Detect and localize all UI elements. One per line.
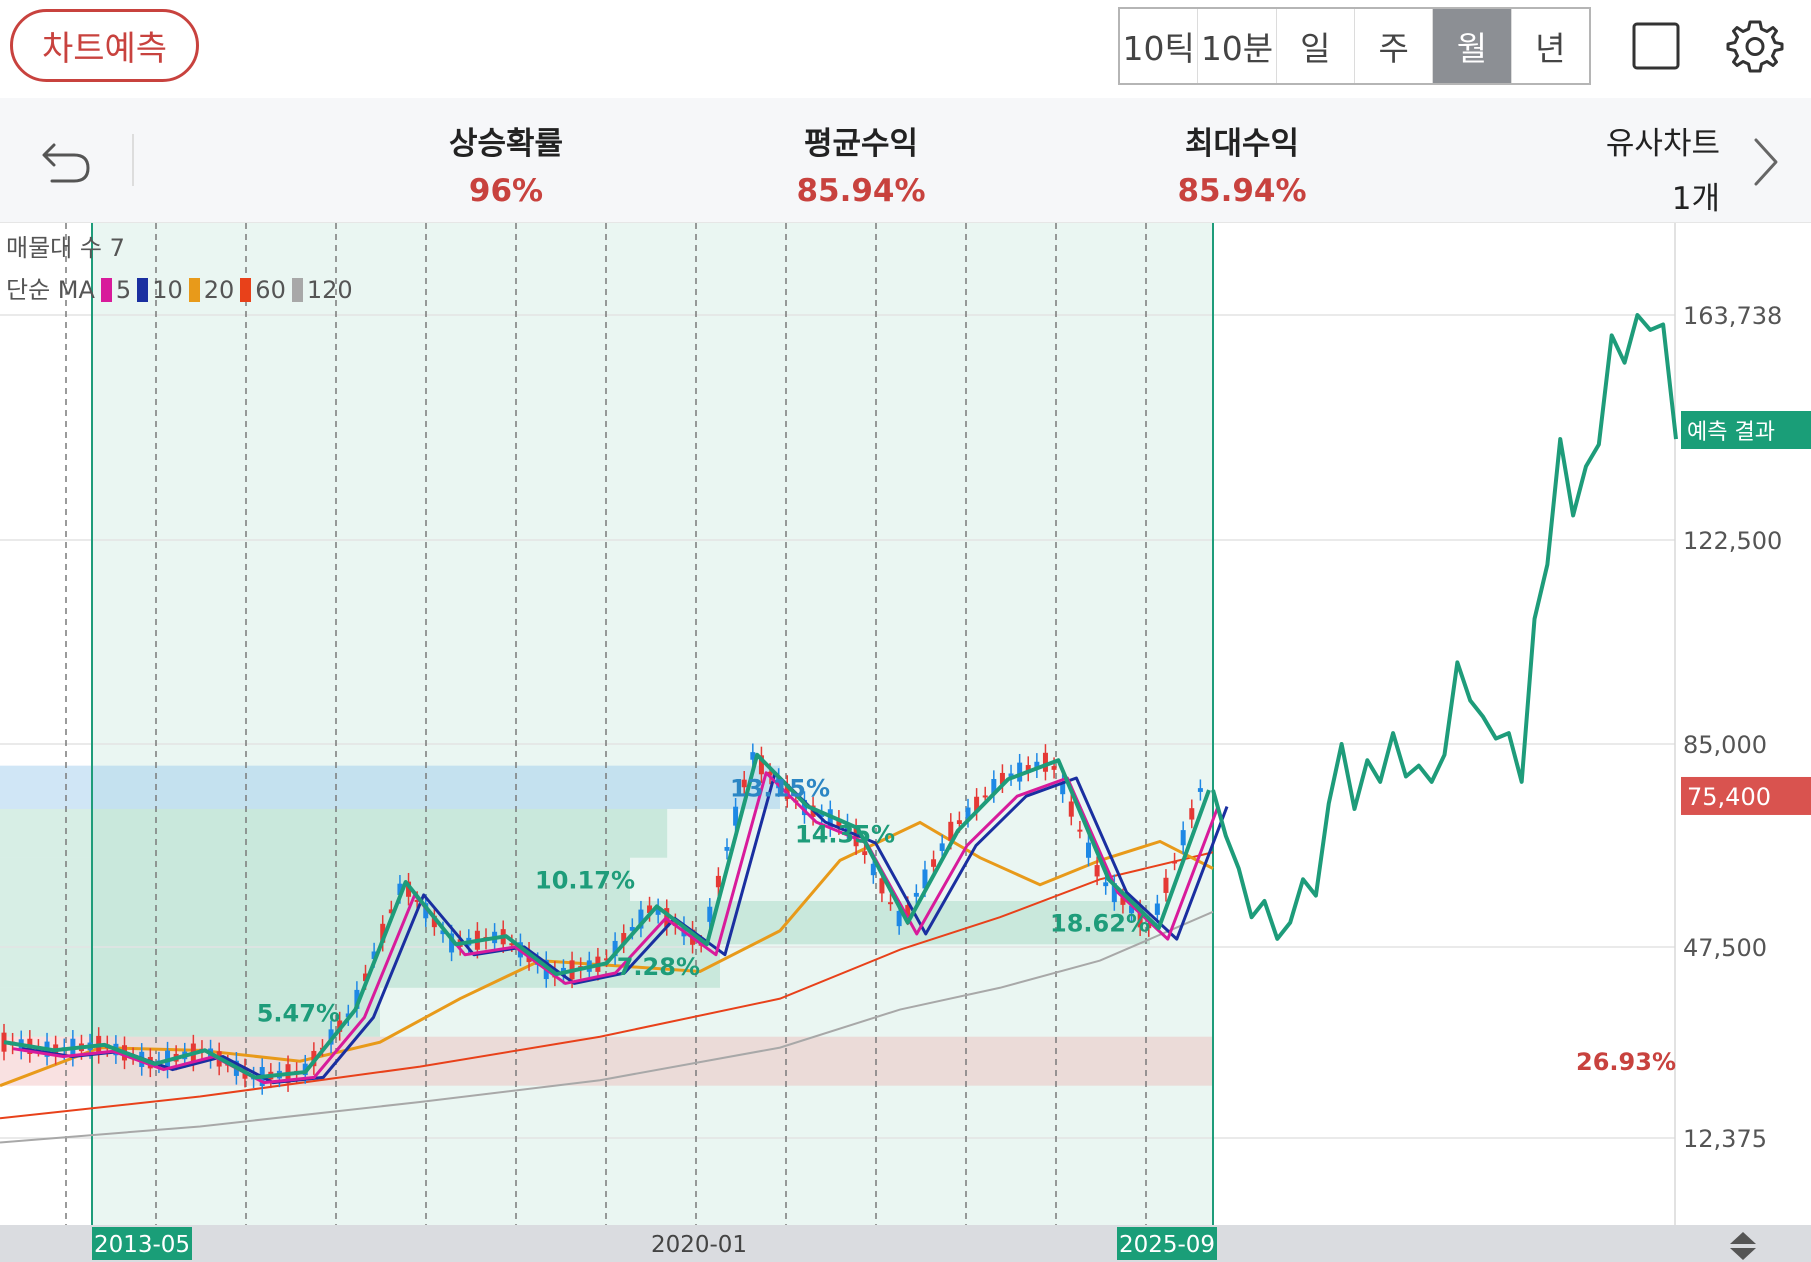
forecast-result-label: 예측 결과 xyxy=(1687,420,1775,445)
divider xyxy=(132,134,134,186)
period-tab-10tick[interactable]: 10틱 xyxy=(1120,9,1199,83)
volume-profile-pct-label: 26.93% xyxy=(1576,1048,1676,1076)
candle-body xyxy=(1051,766,1057,770)
moving-average-legend: 단순 MA 5 10 20 60 120 xyxy=(6,270,353,305)
rise-probability: 상승확률 96% xyxy=(376,118,636,209)
x-axis-label: 2025-09 xyxy=(1119,1232,1215,1258)
volume-profile-band xyxy=(0,900,1150,945)
ma120-label: 120 xyxy=(306,276,353,304)
candle-body xyxy=(1180,830,1186,846)
ma10-label: 10 xyxy=(152,276,183,304)
candle-body xyxy=(1197,788,1203,792)
candle-body xyxy=(1103,882,1109,887)
similar-charts[interactable]: 유사차트 1개 xyxy=(1560,118,1720,218)
ma20-label: 20 xyxy=(203,276,235,304)
fullscreen-icon[interactable] xyxy=(1630,20,1682,72)
candle-body xyxy=(1172,861,1178,864)
ma-legend-prefix: 단순 MA xyxy=(6,276,95,304)
top-bar: 차트예측 10틱 10분 일 주 월 년 xyxy=(0,0,1811,98)
candle-body xyxy=(1068,801,1074,817)
volume-profile-pct-label: 5.47% xyxy=(257,999,340,1027)
candle-body xyxy=(715,875,721,888)
period-tab-month[interactable]: 월 xyxy=(1433,9,1512,83)
y-tick-label: 47,500 xyxy=(1683,934,1767,962)
candle-body xyxy=(1077,829,1083,832)
candle-body xyxy=(1189,808,1195,820)
volume-profile-pct-label: 13.15% xyxy=(730,774,830,802)
x-axis-strip xyxy=(0,1225,1811,1262)
x-axis-label: 2020-01 xyxy=(651,1232,747,1258)
ma10-swatch xyxy=(137,278,149,302)
max-return-label: 최대수익 xyxy=(1184,126,1300,162)
volume-profile-pct-label: 10.17% xyxy=(535,866,635,894)
average-return-value: 85.94% xyxy=(796,173,926,209)
ma20-swatch xyxy=(188,278,200,302)
similar-charts-count: 1개 xyxy=(1671,181,1720,217)
ma120-swatch xyxy=(291,278,303,302)
candle-body xyxy=(913,892,919,897)
max-return-value: 85.94% xyxy=(1177,173,1307,209)
settings-gear-icon[interactable] xyxy=(1725,16,1785,76)
ma5-swatch xyxy=(100,278,112,302)
candle-body xyxy=(931,859,937,867)
current-price-label: 75,400 xyxy=(1687,783,1771,811)
average-return: 평균수익 85.94% xyxy=(731,118,991,209)
candle-body xyxy=(956,820,962,824)
stats-bar: 상승확률 96% 평균수익 85.94% 최대수익 85.94% 유사차트 1개 xyxy=(0,98,1811,223)
chart-predict-button[interactable]: 차트예측 xyxy=(10,9,199,82)
period-tab-year[interactable]: 년 xyxy=(1512,9,1589,83)
ma60-label: 60 xyxy=(255,276,286,304)
candle-body xyxy=(888,902,894,905)
candle-body xyxy=(1163,877,1169,893)
candle-body xyxy=(982,795,988,798)
period-tab-day[interactable]: 일 xyxy=(1277,9,1355,83)
volume-profile-band xyxy=(0,808,668,858)
candle-body xyxy=(1086,842,1091,858)
candle-body xyxy=(1042,752,1048,772)
max-return: 최대수익 85.94% xyxy=(1112,118,1372,209)
volume-profile-pct-label: 7.28% xyxy=(617,953,700,981)
rise-probability-label: 상승확률 xyxy=(448,126,564,162)
average-return-label: 평균수익 xyxy=(803,126,919,162)
chart-canvas[interactable]: 13.15% 14.35% 10.17% 18.62% 7.28% 5.47% 26.93%… xyxy=(0,223,1811,1262)
candle-body xyxy=(1094,865,1100,877)
y-tick-label: 163,738 xyxy=(1683,302,1782,330)
similar-charts-label: 유사차트 xyxy=(1605,126,1720,162)
ma60-swatch xyxy=(240,278,252,302)
x-axis-label: 2013-05 xyxy=(94,1232,190,1258)
y-tick-label: 85,000 xyxy=(1683,731,1767,759)
chevron-right-icon[interactable] xyxy=(1748,134,1782,190)
volume-profile-band xyxy=(0,765,780,809)
period-tab-10min[interactable]: 10분 xyxy=(1198,9,1277,83)
candle-body xyxy=(939,843,945,851)
y-tick-label: 12,375 xyxy=(1683,1125,1767,1153)
period-tab-week[interactable]: 주 xyxy=(1355,9,1434,83)
candle-body xyxy=(1154,903,1160,915)
volume-profile-pct-label: 18.62% xyxy=(1050,910,1150,938)
ma5-label: 5 xyxy=(115,276,132,304)
volume-profile-pct-label: 14.35% xyxy=(795,820,895,848)
price-chart[interactable]: 13.15% 14.35% 10.17% 18.62% 7.28% 5.47% 26.93%… xyxy=(0,223,1811,1262)
rise-probability-value: 96% xyxy=(468,173,544,209)
candle-body xyxy=(724,846,730,851)
y-tick-label: 122,500 xyxy=(1683,527,1782,555)
candle-body xyxy=(870,863,876,876)
volume-profile-legend: 매물대 수 7 xyxy=(6,234,125,262)
back-arrow-icon[interactable] xyxy=(38,131,94,187)
candle-body xyxy=(862,851,868,856)
period-selector: 10틱 10분 일 주 월 년 xyxy=(1118,7,1591,85)
